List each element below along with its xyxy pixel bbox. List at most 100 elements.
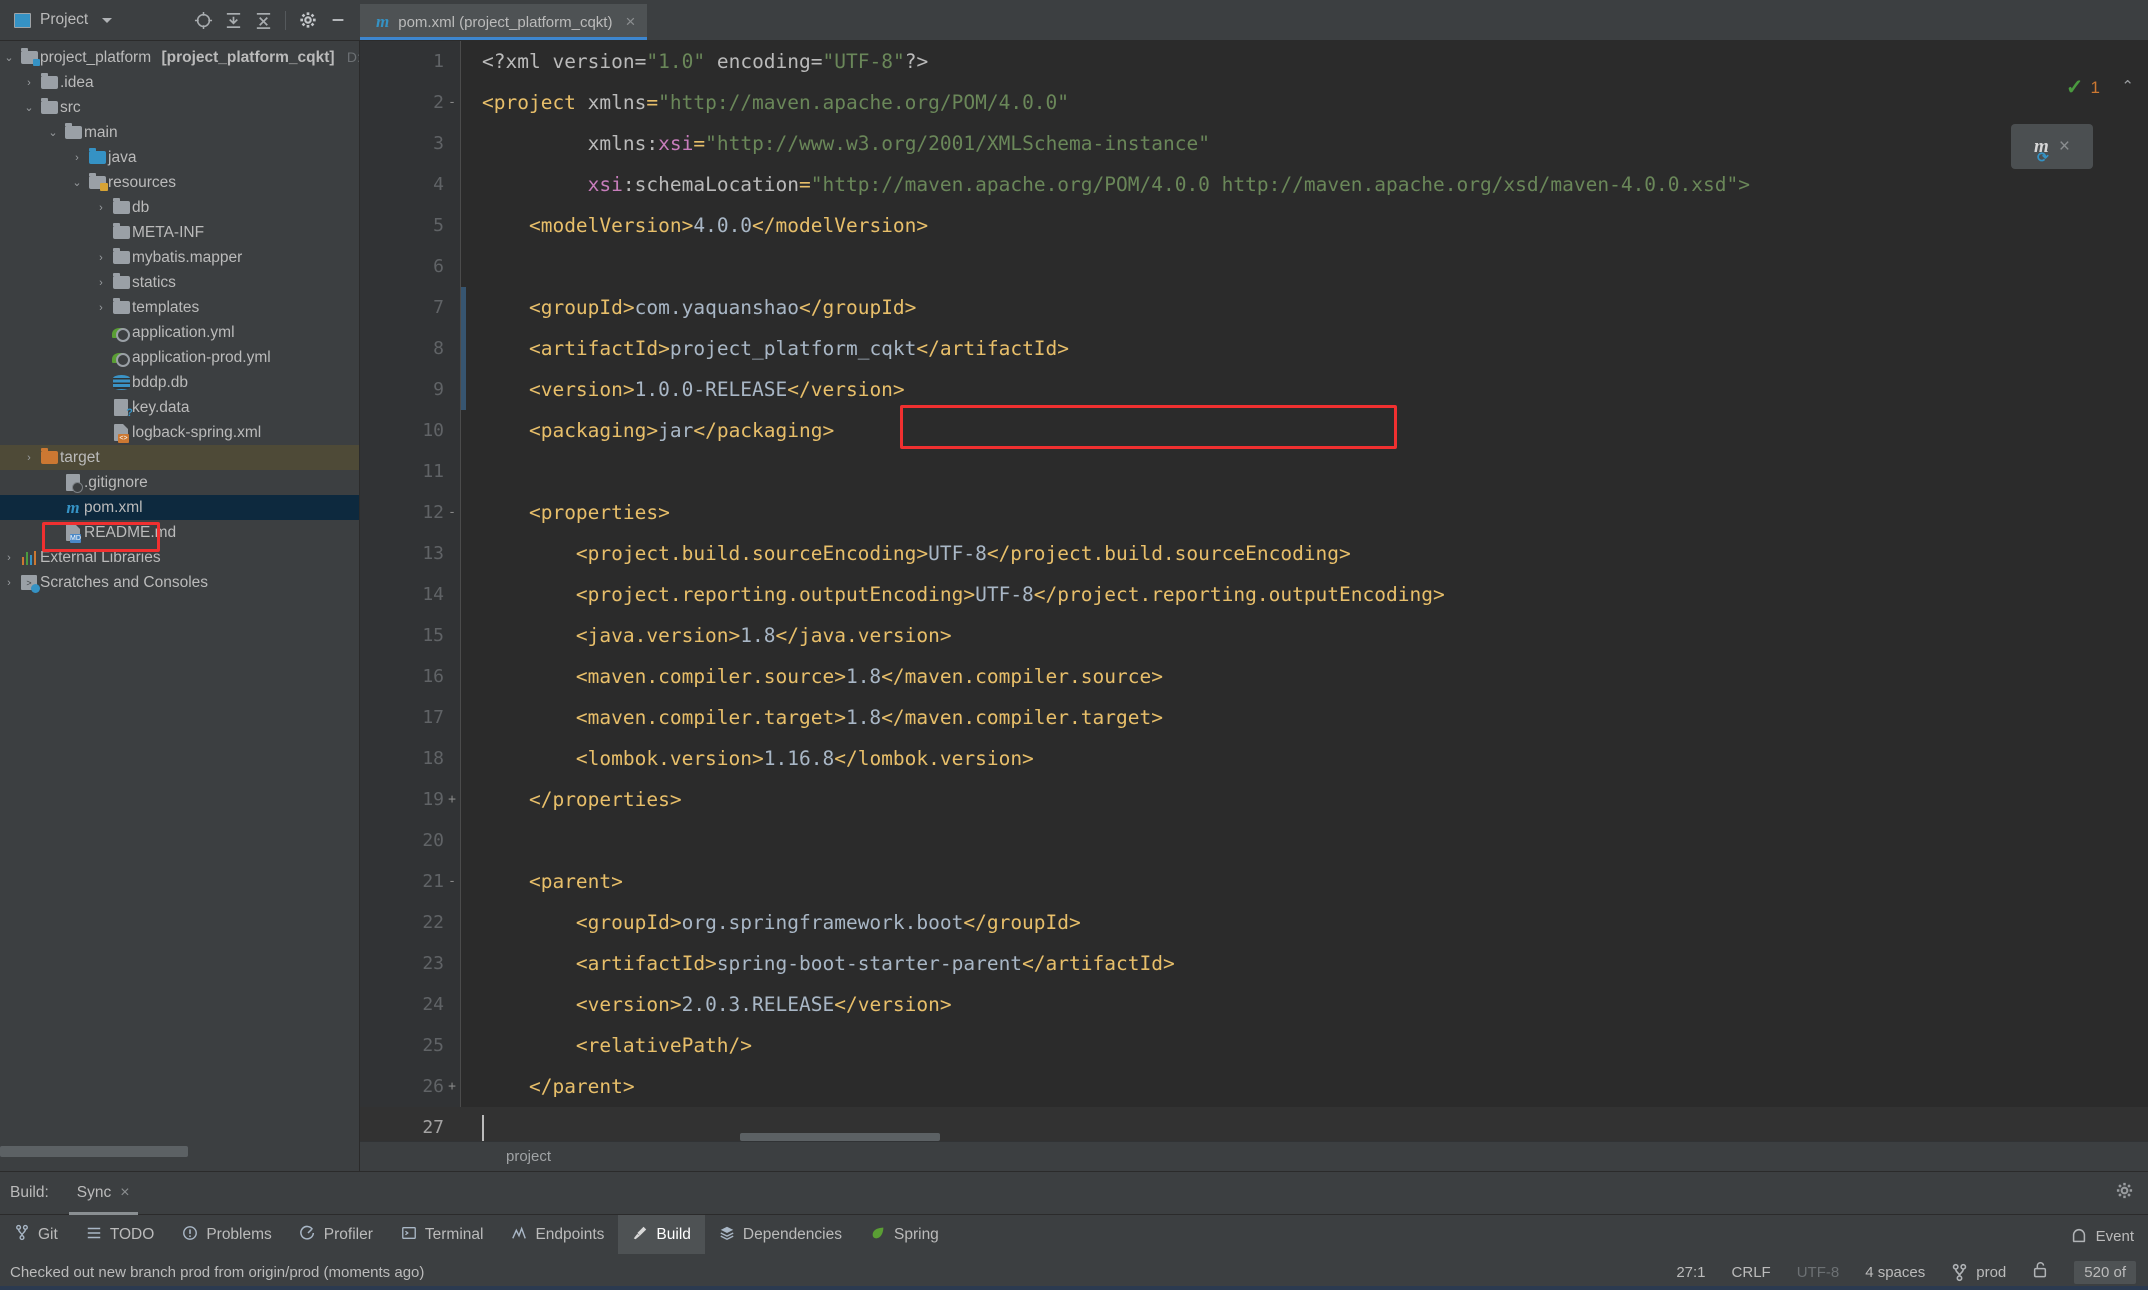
code-line[interactable]: 24 <version>2.0.3.RELEASE</version> [360, 984, 2148, 1025]
memory-indicator[interactable]: 520 of [2074, 1261, 2136, 1284]
tree-row-mybatis-mapper[interactable]: › mybatis.mapper [0, 245, 359, 270]
chevron-down-icon[interactable]: ⌄ [44, 126, 62, 139]
tree-row-logback-spring-xml[interactable]: <> logback-spring.xml [0, 420, 359, 445]
chevron-right-icon[interactable]: › [20, 77, 38, 89]
code-line[interactable]: 18 <lombok.version>1.16.8</lombok.versio… [360, 738, 2148, 779]
minimize-icon[interactable] [324, 7, 351, 34]
event-log-button[interactable]: Event [2070, 1227, 2134, 1245]
tree-row-resources[interactable]: ⌄ resources [0, 170, 359, 195]
code-line[interactable]: 1<?xml version="1.0" encoding="UTF-8"?> [360, 41, 2148, 82]
tree-row-statics[interactable]: › statics [0, 270, 359, 295]
editor-vertical-scrollbar[interactable] [2134, 41, 2148, 1141]
vcs-change-marker[interactable] [461, 369, 466, 410]
tool-window-button-git[interactable]: Git [0, 1215, 72, 1255]
tree-row-external-libraries[interactable]: › External Libraries [0, 545, 359, 570]
tool-window-button-profiler[interactable]: Profiler [286, 1215, 387, 1255]
tree-row-src[interactable]: ⌄ src [0, 95, 359, 120]
tree-row-pom-xml[interactable]: m pom.xml [0, 495, 359, 520]
tree-row-idea[interactable]: › .idea [0, 70, 359, 95]
editor-tab-pom-xml[interactable]: m pom.xml (project_platform_cqkt) × [360, 4, 647, 40]
code-line[interactable]: 9 <version>1.0.0-RELEASE</version> [360, 369, 2148, 410]
indent-setting[interactable]: 4 spaces [1865, 1264, 1925, 1281]
tree-row-scratches-and-consoles[interactable]: › > Scratches and Consoles [0, 570, 359, 595]
code-line[interactable]: 12- <properties> [360, 492, 2148, 533]
code-editor[interactable]: 1<?xml version="1.0" encoding="UTF-8"?>2… [360, 41, 2148, 1171]
code-line[interactable]: 17 <maven.compiler.target>1.8</maven.com… [360, 697, 2148, 738]
caret-position[interactable]: 27:1 [1676, 1264, 1705, 1281]
code-line[interactable]: 25 <relativePath/> [360, 1025, 2148, 1066]
code-line[interactable]: 2-<project xmlns="http://maven.apache.or… [360, 82, 2148, 123]
sidebar-horizontal-scrollbar[interactable] [0, 1146, 359, 1157]
chevron-down-icon[interactable]: ⌄ [0, 51, 18, 64]
file-encoding[interactable]: UTF-8 [1797, 1264, 1840, 1281]
fold-toggle-icon[interactable]: + [444, 1079, 460, 1094]
breadcrumb[interactable]: project [360, 1141, 2148, 1171]
vcs-change-marker[interactable] [461, 328, 466, 369]
inspection-chevron-icon[interactable]: ⌃ [2121, 77, 2134, 95]
gear-icon[interactable] [2115, 1181, 2134, 1205]
chevron-right-icon[interactable]: › [0, 552, 18, 564]
code-line[interactable]: 11 [360, 451, 2148, 492]
chevron-down-icon[interactable]: ⌄ [68, 176, 86, 189]
locate-target-icon[interactable] [190, 7, 217, 34]
tree-row-meta-inf[interactable]: META-INF [0, 220, 359, 245]
chevron-right-icon[interactable]: › [92, 252, 110, 264]
code-line[interactable]: 7 <groupId>com.yaquanshao</groupId> [360, 287, 2148, 328]
code-lines[interactable]: 1<?xml version="1.0" encoding="UTF-8"?>2… [360, 41, 2148, 1141]
code-line[interactable]: 19+ </properties> [360, 779, 2148, 820]
chevron-right-icon[interactable]: › [68, 152, 86, 164]
code-line[interactable]: 15 <java.version>1.8</java.version> [360, 615, 2148, 656]
code-line[interactable]: 8 <artifactId>project_platform_cqkt</art… [360, 328, 2148, 369]
tool-window-button-spring[interactable]: Spring [856, 1215, 953, 1255]
code-area[interactable]: 1<?xml version="1.0" encoding="UTF-8"?>2… [360, 41, 2148, 1141]
chevron-down-icon[interactable] [102, 18, 112, 23]
code-line[interactable]: 6 [360, 246, 2148, 287]
code-line[interactable]: 4 xsi:schemaLocation="http://maven.apach… [360, 164, 2148, 205]
tree-row-gitignore[interactable]: .gitignore [0, 470, 359, 495]
code-line[interactable]: 14 <project.reporting.outputEncoding>UTF… [360, 574, 2148, 615]
tree-row-main[interactable]: ⌄ main [0, 120, 359, 145]
lock-icon[interactable] [2032, 1261, 2048, 1283]
maven-reload-icon[interactable]: m [2034, 136, 2049, 158]
code-line[interactable]: 3 xmlns:xsi="http://www.w3.org/2001/XMLS… [360, 123, 2148, 164]
chevron-right-icon[interactable]: › [92, 277, 110, 289]
code-line[interactable]: 16 <maven.compiler.source>1.8</maven.com… [360, 656, 2148, 697]
fold-toggle-icon[interactable]: + [444, 792, 460, 807]
build-tab-sync[interactable]: Sync × [75, 1172, 132, 1215]
git-branch-widget[interactable]: prod [1951, 1263, 2006, 1282]
tool-window-button-terminal[interactable]: Terminal [387, 1215, 498, 1255]
chevron-right-icon[interactable]: › [0, 577, 18, 589]
tree-row-readme-md[interactable]: MD README.md [0, 520, 359, 545]
tree-row-bddp-db[interactable]: bddp.db [0, 370, 359, 395]
code-line[interactable]: 20 [360, 820, 2148, 861]
code-line[interactable]: 21- <parent> [360, 861, 2148, 902]
code-line[interactable]: 13 <project.build.sourceEncoding>UTF-8</… [360, 533, 2148, 574]
expand-all-icon[interactable] [220, 7, 247, 34]
maven-reload-popup[interactable]: m × [2011, 124, 2093, 169]
chevron-right-icon[interactable]: › [20, 452, 38, 464]
code-line[interactable]: 26+ </parent> [360, 1066, 2148, 1107]
editor-horizontal-scrollbar[interactable] [740, 1133, 940, 1141]
settings-gear-icon[interactable] [294, 7, 321, 34]
chevron-right-icon[interactable]: › [92, 302, 110, 314]
chevron-down-icon[interactable]: ⌄ [20, 101, 38, 114]
code-line[interactable]: 23 <artifactId>spring-boot-starter-paren… [360, 943, 2148, 984]
tool-window-button-todo[interactable]: TODO [72, 1215, 169, 1255]
chevron-right-icon[interactable]: › [92, 202, 110, 214]
inspection-widget[interactable]: ✓ 1 [2066, 75, 2100, 100]
tree-row-application-prod-yml[interactable]: application-prod.yml [0, 345, 359, 370]
code-line[interactable]: 22 <groupId>org.springframework.boot</gr… [360, 902, 2148, 943]
close-icon[interactable]: × [120, 1184, 129, 1202]
tool-window-button-dependencies[interactable]: Dependencies [705, 1215, 856, 1255]
close-icon[interactable]: × [625, 12, 635, 32]
tree-row-project-root[interactable]: ⌄ project_platform [project_platform_cqk… [0, 45, 359, 70]
fold-toggle-icon[interactable]: - [444, 874, 460, 889]
tree-row-target[interactable]: › target [0, 445, 359, 470]
tree-row-db[interactable]: › db [0, 195, 359, 220]
tree-row-java[interactable]: › java [0, 145, 359, 170]
collapse-all-icon[interactable] [250, 7, 277, 34]
code-line[interactable]: 5 <modelVersion>4.0.0</modelVersion> [360, 205, 2148, 246]
code-line[interactable]: 27 [360, 1107, 2148, 1141]
tree-row-key-data[interactable]: key.data [0, 395, 359, 420]
tree-row-application-yml[interactable]: application.yml [0, 320, 359, 345]
